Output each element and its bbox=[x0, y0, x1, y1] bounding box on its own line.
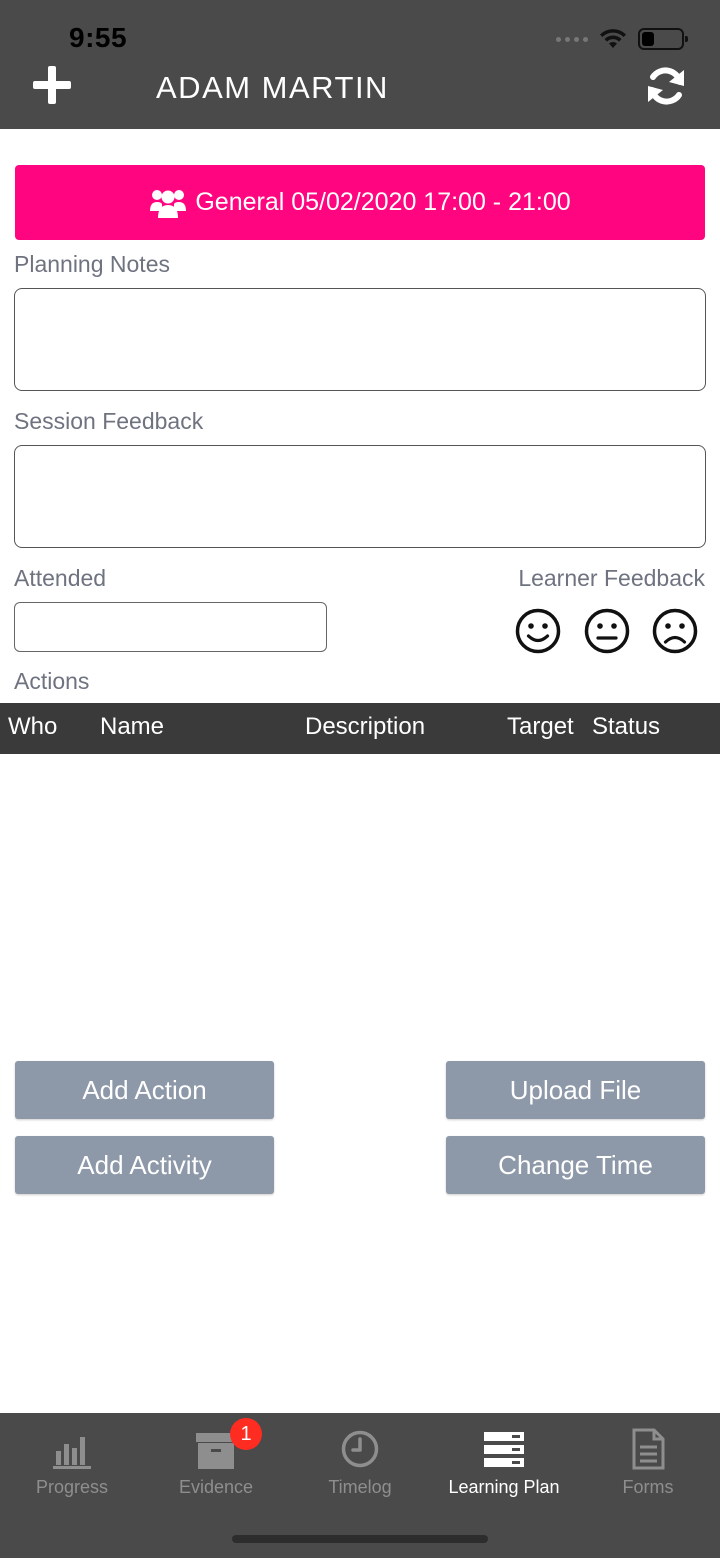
bar-chart-icon bbox=[53, 1437, 91, 1469]
tab-timelog[interactable]: Timelog bbox=[288, 1413, 432, 1523]
evidence-badge: 1 bbox=[230, 1418, 262, 1450]
tab-evidence-label: Evidence bbox=[178, 1477, 254, 1497]
column-description[interactable]: Description bbox=[305, 713, 425, 741]
tab-progress[interactable]: Progress bbox=[0, 1413, 144, 1523]
add-action-button[interactable]: Add Action bbox=[15, 1061, 274, 1119]
column-name[interactable]: Name bbox=[100, 713, 164, 741]
planning-notes-field[interactable] bbox=[14, 288, 706, 391]
session-banner[interactable]: General 05/02/2020 17:00 - 21:00 bbox=[15, 165, 705, 240]
actions-table-header: Who Name Description Target Status bbox=[0, 703, 720, 754]
column-target[interactable]: Target bbox=[507, 713, 574, 741]
cellular-signal-icon bbox=[556, 36, 588, 42]
column-status[interactable]: Status bbox=[592, 713, 660, 741]
refresh-icon[interactable] bbox=[644, 64, 688, 108]
change-time-button[interactable]: Change Time bbox=[446, 1136, 705, 1194]
app-header: 9:55 ADAM MARTIN bbox=[0, 0, 720, 129]
attended-label: Attended bbox=[14, 565, 107, 591]
column-who[interactable]: Who bbox=[8, 713, 57, 741]
document-icon bbox=[632, 1428, 665, 1470]
battery-icon bbox=[638, 28, 688, 50]
page-title: ADAM MARTIN bbox=[156, 70, 389, 105]
tab-forms-label: Forms bbox=[622, 1477, 674, 1497]
learner-feedback-label: Learner Feedback bbox=[518, 565, 705, 591]
session-label: General 05/02/2020 17:00 - 21:00 bbox=[195, 188, 571, 216]
session-feedback-field[interactable] bbox=[14, 445, 706, 548]
tab-progress-label: Progress bbox=[35, 1477, 109, 1497]
actions-label: Actions bbox=[14, 668, 90, 694]
add-activity-button[interactable]: Add Activity bbox=[15, 1136, 274, 1194]
status-icons bbox=[556, 26, 688, 52]
smile-face-icon[interactable] bbox=[515, 608, 561, 654]
session-feedback-label: Session Feedback bbox=[14, 408, 204, 434]
wifi-icon bbox=[600, 29, 626, 48]
actions-table-body bbox=[0, 754, 720, 1044]
clock-icon bbox=[341, 1430, 379, 1468]
sad-face-icon[interactable] bbox=[652, 608, 698, 654]
upload-file-button[interactable]: Upload File bbox=[446, 1061, 705, 1119]
neutral-face-icon[interactable] bbox=[584, 608, 630, 654]
server-stack-icon bbox=[484, 1432, 524, 1467]
attended-field[interactable] bbox=[14, 602, 327, 652]
tab-learning-plan[interactable]: Learning Plan bbox=[432, 1413, 576, 1523]
status-time: 9:55 bbox=[69, 22, 128, 53]
plus-icon[interactable] bbox=[33, 66, 71, 104]
tab-evidence[interactable]: Evidence bbox=[144, 1413, 288, 1523]
tab-forms[interactable]: Forms bbox=[576, 1413, 720, 1523]
tab-timelog-label: Timelog bbox=[328, 1477, 392, 1497]
users-icon bbox=[150, 189, 187, 218]
planning-notes-label: Planning Notes bbox=[14, 251, 170, 277]
tab-learning-plan-label: Learning Plan bbox=[448, 1477, 560, 1497]
home-indicator[interactable] bbox=[232, 1535, 488, 1543]
